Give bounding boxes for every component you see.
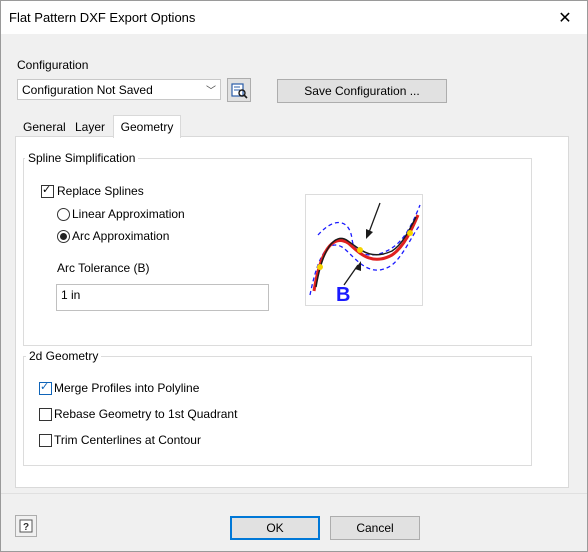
window-title: Flat Pattern DXF Export Options xyxy=(9,10,196,25)
close-icon[interactable]: ✕ xyxy=(543,1,587,34)
linear-approximation-radio[interactable] xyxy=(57,208,70,221)
arc-approximation-radio[interactable] xyxy=(57,230,70,243)
help-button[interactable]: ? xyxy=(15,515,37,537)
check-icon: ✓ xyxy=(42,184,52,196)
arc-tolerance-input[interactable]: 1 in xyxy=(56,284,269,311)
arc-approximation-diagram: B xyxy=(305,194,423,306)
arc-tolerance-value: 1 in xyxy=(61,288,81,302)
trim-centerlines-label: Trim Centerlines at Contour xyxy=(54,433,201,447)
merge-profiles-checkbox[interactable]: ✓ xyxy=(39,381,52,395)
svg-text:?: ? xyxy=(23,522,29,533)
tab-general[interactable]: General xyxy=(23,118,66,136)
arc-approximation-label: Arc Approximation xyxy=(72,229,170,243)
trim-centerlines-checkbox[interactable] xyxy=(39,434,52,447)
arc-tolerance-label: Arc Tolerance (B) xyxy=(57,261,150,275)
configuration-selected: Configuration Not Saved xyxy=(22,83,153,97)
rebase-geometry-checkbox[interactable] xyxy=(39,408,52,421)
ok-button[interactable]: OK xyxy=(230,516,320,540)
spline-group-label: Spline Simplification xyxy=(25,151,139,165)
cancel-button[interactable]: Cancel xyxy=(330,516,420,540)
chevron-down-icon: ﹀ xyxy=(206,86,216,97)
dxf-export-dialog: Flat Pattern DXF Export Options ✕ Config… xyxy=(0,0,588,552)
replace-splines-checkbox[interactable]: ✓ xyxy=(41,184,54,198)
2d-geometry-label: 2d Geometry xyxy=(26,349,102,363)
merge-profiles-label: Merge Profiles into Polyline xyxy=(54,381,200,395)
tab-geometry[interactable]: Geometry xyxy=(113,115,181,138)
save-configuration-button[interactable]: Save Configuration ... xyxy=(277,79,447,103)
browse-configuration-button[interactable] xyxy=(227,78,251,102)
browse-icon xyxy=(231,83,248,99)
radio-selected-dot xyxy=(60,233,67,240)
title-bar: Flat Pattern DXF Export Options ✕ xyxy=(1,1,587,34)
configuration-dropdown[interactable]: Configuration Not Saved ﹀ xyxy=(17,79,221,100)
help-icon: ? xyxy=(19,519,33,533)
check-icon: ✓ xyxy=(40,381,50,393)
linear-approximation-label: Linear Approximation xyxy=(72,207,185,221)
tab-layer[interactable]: Layer xyxy=(75,118,105,136)
rebase-geometry-label: Rebase Geometry to 1st Quadrant xyxy=(54,407,238,421)
replace-splines-label: Replace Splines xyxy=(57,184,144,198)
diagram-b-label: B xyxy=(336,284,350,305)
spline-diagram-icon: B xyxy=(309,202,421,306)
footer-divider xyxy=(1,493,587,494)
configuration-label: Configuration xyxy=(17,58,89,72)
